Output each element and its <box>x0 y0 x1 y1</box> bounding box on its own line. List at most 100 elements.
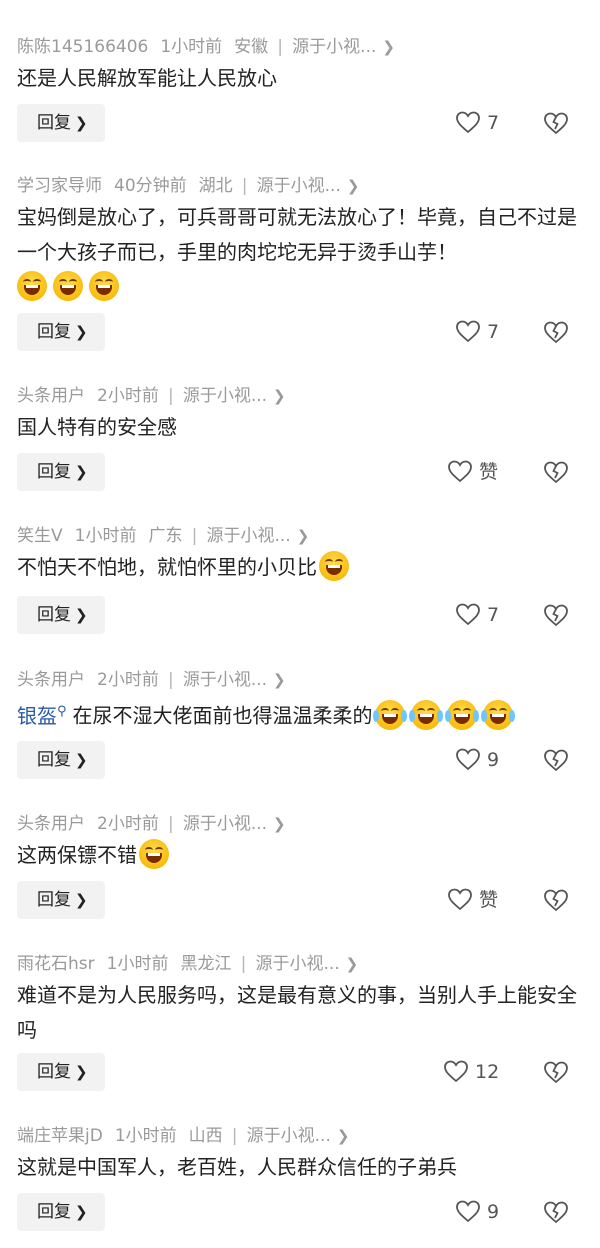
reply-label: 回复 <box>37 462 71 482</box>
reply-button[interactable]: 回复 ❯ <box>17 453 105 491</box>
like-button[interactable]: 9 <box>455 1193 499 1231</box>
comment-time: 1小时前 <box>74 526 137 546</box>
tears-of-joy-emoji <box>480 699 515 730</box>
tears-of-joy-emoji <box>372 699 407 730</box>
comment-time: 2小时前 <box>97 386 159 406</box>
chevron-right-icon: ❯ <box>75 1203 88 1221</box>
dislike-button[interactable] <box>543 1053 569 1091</box>
chevron-right-icon: ❯ <box>75 891 88 909</box>
comment-time: 40分钟前 <box>114 176 187 196</box>
chevron-right-icon[interactable]: ❯ <box>297 522 310 550</box>
chevron-right-icon[interactable]: ❯ <box>337 1122 350 1150</box>
separator: | <box>277 37 284 57</box>
comment-author[interactable]: 头条用户 <box>17 670 85 690</box>
comment-author[interactable]: 笑生V <box>17 526 63 546</box>
comment-location: 黑龙江 <box>180 954 232 974</box>
chevron-right-icon[interactable]: ❯ <box>273 382 286 410</box>
reply-button[interactable]: 回复 ❯ <box>17 596 105 634</box>
comment-meta: 学习家导师 40分钟前 湖北 | 源于小视... ❯ <box>17 172 359 200</box>
like-button[interactable]: 7 <box>455 313 499 351</box>
reply-button[interactable]: 回复 ❯ <box>17 741 105 779</box>
chevron-right-icon[interactable]: ❯ <box>382 33 395 61</box>
heart-outline-icon <box>448 888 472 911</box>
dislike-button[interactable] <box>543 313 569 351</box>
comment-meta: 端庄苹果jD 1小时前 山西 | 源于小视... ❯ <box>17 1122 349 1150</box>
comment-author[interactable]: 头条用户 <box>17 386 85 406</box>
comment-location: 山西 <box>188 1126 223 1146</box>
broken-heart-icon <box>544 604 568 627</box>
like-count: 7 <box>487 321 500 343</box>
heart-outline-icon <box>456 603 480 626</box>
reply-button[interactable]: 回复 ❯ <box>17 1193 105 1231</box>
comment-source[interactable]: 源于小视... <box>257 176 341 196</box>
grinning-emoji <box>53 271 83 301</box>
reply-label: 回复 <box>37 113 71 133</box>
chevron-right-icon[interactable]: ❯ <box>273 810 286 838</box>
heart-outline-icon <box>456 748 480 771</box>
like-button[interactable]: 12 <box>443 1053 499 1091</box>
separator: | <box>167 386 174 406</box>
chevron-right-icon: ❯ <box>75 1063 88 1081</box>
comment-location: 广东 <box>148 526 183 546</box>
comment-author[interactable]: 学习家导师 <box>17 176 102 196</box>
dislike-button[interactable] <box>543 104 569 142</box>
reply-label: 回复 <box>37 605 71 625</box>
comment-author[interactable]: 端庄苹果jD <box>17 1126 103 1146</box>
broken-heart-icon <box>544 749 568 772</box>
chevron-right-icon[interactable]: ❯ <box>347 172 360 200</box>
like-button[interactable]: 赞 <box>447 453 498 491</box>
chevron-right-icon[interactable]: ❯ <box>273 666 286 694</box>
comment-meta: 头条用户 2小时前 | 源于小视... ❯ <box>17 666 286 694</box>
comment-source[interactable]: 源于小视... <box>292 37 376 57</box>
chevron-right-icon[interactable]: ❯ <box>346 950 359 978</box>
broken-heart-icon <box>544 112 568 135</box>
comment-location: 安徽 <box>234 37 269 57</box>
separator: | <box>167 670 174 690</box>
like-button[interactable]: 7 <box>455 596 499 634</box>
heart-outline-icon <box>456 1200 480 1223</box>
comment-text: 这两保镖不错 <box>17 838 585 873</box>
comment-text: 还是人民解放军能让人民放心 <box>17 61 585 96</box>
comment-source[interactable]: 源于小视... <box>183 814 267 834</box>
comment-meta: 雨花石hsr 1小时前 黑龙江 | 源于小视... ❯ <box>17 950 358 978</box>
comment-source[interactable]: 源于小视... <box>247 1126 331 1146</box>
dislike-button[interactable] <box>543 453 569 491</box>
comment-text: 这就是中国军人，老百姓，人民群众信任的子弟兵 <box>17 1150 585 1185</box>
mention-link[interactable]: 银盔⚲ <box>17 704 73 728</box>
dislike-button[interactable] <box>543 596 569 634</box>
reply-label: 回复 <box>37 750 71 770</box>
comment-author[interactable]: 陈陈145166406 <box>17 37 148 57</box>
comment-meta: 笑生V 1小时前 广东 | 源于小视... ❯ <box>17 522 309 550</box>
comment-source[interactable]: 源于小视... <box>255 954 339 974</box>
like-count: 7 <box>487 112 500 134</box>
comment-source[interactable]: 源于小视... <box>183 670 267 690</box>
dislike-button[interactable] <box>543 741 569 779</box>
comment-time: 1小时前 <box>106 954 169 974</box>
comment-text: 难道不是为人民服务吗，这是最有意义的事，当别人手上能安全吗 <box>17 978 585 1048</box>
like-button[interactable]: 9 <box>455 741 499 779</box>
reply-button[interactable]: 回复 ❯ <box>17 1053 105 1091</box>
like-button[interactable]: 7 <box>455 104 499 142</box>
separator: | <box>241 176 248 196</box>
heart-outline-icon <box>456 320 480 343</box>
reply-label: 回复 <box>37 1202 71 1222</box>
separator: | <box>167 814 174 834</box>
reply-button[interactable]: 回复 ❯ <box>17 881 105 919</box>
reply-label: 回复 <box>37 322 71 342</box>
dislike-button[interactable] <box>543 881 569 919</box>
reply-button[interactable]: 回复 ❯ <box>17 313 105 351</box>
comment-source[interactable]: 源于小视... <box>206 526 290 546</box>
comment-text-content: 这两保镖不错 <box>17 843 137 867</box>
heart-outline-icon <box>448 460 472 483</box>
dislike-button[interactable] <box>543 1193 569 1231</box>
comment-source[interactable]: 源于小视... <box>183 386 267 406</box>
chevron-right-icon: ❯ <box>75 114 88 132</box>
comment-author[interactable]: 头条用户 <box>17 814 85 834</box>
comment-author[interactable]: 雨花石hsr <box>17 954 95 974</box>
like-button[interactable]: 赞 <box>447 881 498 919</box>
broken-heart-icon <box>544 1201 568 1224</box>
comment-text-content: 不怕天不怕地，就怕怀里的小贝比 <box>17 555 317 579</box>
reply-button[interactable]: 回复 ❯ <box>17 104 105 142</box>
comment-time: 1小时前 <box>160 37 223 57</box>
reply-label: 回复 <box>37 1062 71 1082</box>
